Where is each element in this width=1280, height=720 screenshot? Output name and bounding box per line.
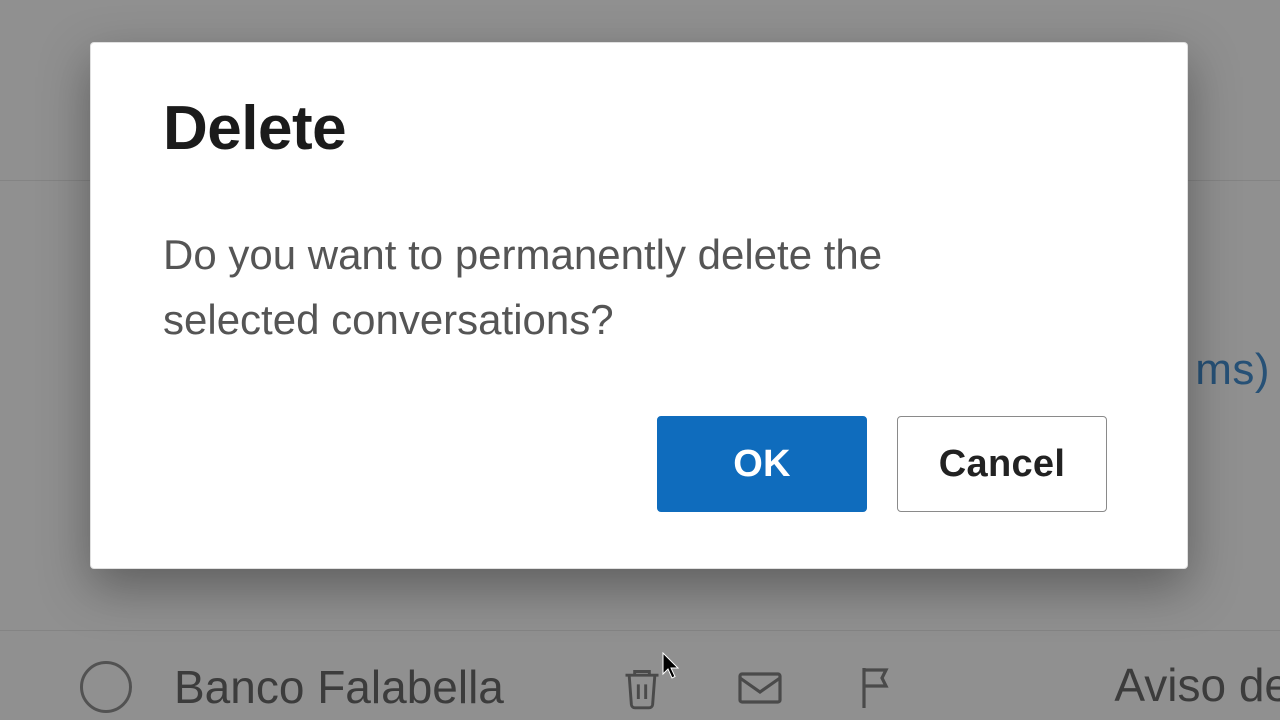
delete-confirm-dialog: Delete Do you want to permanently delete… [90, 42, 1188, 569]
ok-button[interactable]: OK [657, 416, 867, 512]
cancel-button[interactable]: Cancel [897, 416, 1107, 512]
dialog-title: Delete [163, 93, 1115, 164]
dialog-message: Do you want to permanently delete the se… [163, 222, 1033, 352]
dialog-actions: OK Cancel [163, 416, 1107, 512]
